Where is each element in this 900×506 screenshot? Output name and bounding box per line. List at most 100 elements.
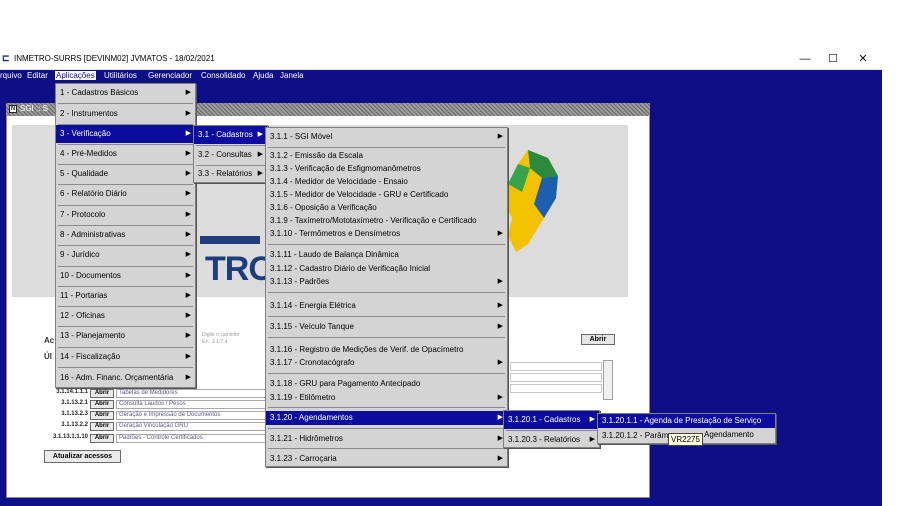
chevron-right-icon: ▶ [185,110,191,117]
chevron-right-icon: ▶ [497,455,503,462]
chevron-right-icon: ▶ [497,230,503,237]
menu-item-3-1-9[interactable]: 3.1.9 - Taxímetro/Mototaxímetro - Verifi… [266,214,507,227]
chevron-right-icon: ▶ [589,436,595,443]
chevron-right-icon: ▶ [497,133,503,140]
menu-item-3-1-cadastros[interactable]: 3.1 - Cadastros ▶ [194,126,267,144]
chevron-right-icon: ▶ [185,312,191,319]
row-open-button[interactable]: Abrir [90,400,114,409]
chevron-right-icon: ▶ [185,211,191,218]
menu-editar[interactable]: Editar [27,71,48,80]
menu-item-3-1-12[interactable]: 3.1.12 - Cadastro Diário de Verificação … [266,262,507,275]
chevron-right-icon: ▶ [185,150,191,157]
menu-gerenciador[interactable]: Gerenciador [148,71,192,80]
menu-item-portarias[interactable]: 11 - Portarias ▶ [56,287,195,305]
menu-item-3-1-10[interactable]: 3.1.10 - Termômetros e Densímetros ▶ [266,227,507,240]
menu-utilitarios[interactable]: Utilitários [104,71,137,80]
menu-item-juridico[interactable]: 9 - Jurídico ▶ [56,246,195,264]
maximize-button[interactable]: ☐ [822,51,844,67]
menu-item-planejamento[interactable]: 13 - Planejamento ▶ [56,327,195,345]
search-hint-example: Ex.: 3.1.7.4 [202,339,228,345]
menu-item-documentos[interactable]: 10 - Documentos ▶ [56,267,195,285]
menu-item-3-1-16[interactable]: 3.1.16 - Registro de Medições de Verif. … [266,343,507,356]
menu-item-instrumentos[interactable]: 2 - Instrumentos ▶ [56,105,195,123]
menu-item-3-1-1[interactable]: 3.1.1 - SGI Móvel ▶ [266,128,507,146]
menu-item-3-1-21[interactable]: 3.1.21 - Hidrômetros ▶ [266,432,507,446]
row-open-button[interactable]: Abrir [90,434,114,443]
menu-item-verificacao[interactable]: 3 - Verificação ▶ [56,125,195,143]
menu-item-3-1-15[interactable]: 3.1.15 - Veículo Tanque ▶ [266,320,507,334]
menu-item-3-1-4[interactable]: 3.1.4 - Medidor de Velocidade - Ensaio [266,175,507,188]
last-accessed-label: Úl [44,352,52,361]
list-scrollbar[interactable] [603,360,613,400]
row-code: 3.1.13.2.1 [61,400,88,406]
agendamentos-submenu: 3.1.20.1 - Cadastros ▶ 3.1.20.3 - Relatór… [503,410,600,448]
chevron-right-icon: ▶ [185,190,191,197]
menu-item-administrativas[interactable]: 8 - Administrativas ▶ [56,226,195,244]
menu-item-3-1-6[interactable]: 3.1.6 - Oposição a Verificação [266,201,507,214]
menu-aplicacoes[interactable]: Aplicações [55,71,96,80]
menu-consolidado[interactable]: Consolidado [201,71,245,80]
row-description: Padrões - Controle Certificados [116,434,286,443]
row-open-button[interactable]: Abrir [90,411,114,420]
sgi-window-title: SGI :: S [20,104,49,113]
list-cell [510,362,602,371]
chevron-right-icon: ▶ [257,151,263,158]
menu-item-3-1-18[interactable]: 3.1.18 - GRU para Pagamento Antecipado [266,377,507,390]
right-edge [882,48,900,506]
list-cell [510,384,602,393]
chevron-right-icon: ▶ [185,332,191,339]
verificacao-submenu: 3.1 - Cadastros ▶ 3.2 - Consultas ▶ 3.3 - … [193,125,268,183]
row-code: 3.1.14.1.1.1 [56,389,88,395]
menu-item-3-2-consultas[interactable]: 3.2 - Consultas ▶ [194,146,267,164]
chevron-right-icon: ▶ [185,89,191,96]
menu-arquivo[interactable]: rquivo [0,71,22,80]
menu-item-adm-financ[interactable]: 16 - Adm. Financ. Orçamentária ▶ [56,369,195,387]
chevron-right-icon: ▶ [497,359,503,366]
chevron-right-icon: ▶ [497,278,503,285]
open-path-button[interactable]: Abrir [581,334,615,345]
menu-item-3-1-14[interactable]: 3.1.14 - Energia Elétrica ▶ [266,299,507,313]
menu-item-3-1-5[interactable]: 3.1.5 - Medidor de Velocidade - GRU e Ce… [266,188,507,201]
chevron-right-icon: ▶ [257,131,263,138]
chevron-right-icon: ▶ [185,374,191,381]
row-open-button[interactable]: Abrir [90,422,114,431]
menu-item-3-1-3[interactable]: 3.1.3 - Verificação de Esfigmomanômetros [266,162,507,175]
menu-item-pre-medidos[interactable]: 4 - Pré-Medidos ▶ [56,145,195,163]
menu-item-relatorio-diario[interactable]: 6 - Relatório Diário ▶ [56,185,195,203]
menu-item-3-1-20-3[interactable]: 3.1.20.3 - Relatórios ▶ [504,431,599,449]
minimize-button[interactable]: — [794,51,816,67]
menu-item-3-1-19[interactable]: 3.1.19 - Etilômetro ▶ [266,391,507,404]
aplicacoes-menu: 1 - Cadastros Básicos ▶ 2 - Instrumentos ▶… [55,83,196,388]
menu-item-protocolo[interactable]: 7 - Protocolo ▶ [56,206,195,224]
menu-item-3-1-20-1-1[interactable]: 3.1.20.1.1 - Agenda de Prestação de Serv… [598,414,775,428]
window-title: INMETRO-SURRS [DEVINM02] JVMATOS - 18/02… [14,54,215,63]
close-button[interactable]: ✕ [852,51,874,67]
menu-item-3-1-23[interactable]: 3.1.23 - Carroçaria ▶ [266,452,507,466]
chevron-right-icon: ▶ [185,231,191,238]
chevron-right-icon: ▶ [185,353,191,360]
row-description: Tabelas de Medidores [116,389,286,398]
menu-item-fiscalizacao[interactable]: 14 - Fiscalização ▶ [56,348,195,366]
brand-bar [200,236,260,244]
menu-item-3-1-11[interactable]: 3.1.11 - Laudo de Balança Dinâmica [266,248,507,261]
chevron-right-icon: ▶ [497,323,503,330]
menu-item-3-1-20-1-2[interactable]: 3.1.20.1.2 - Parâm [598,429,673,443]
list-cell [510,373,602,382]
menu-item-qualidade[interactable]: 5 - Qualidade ▶ [56,165,195,183]
row-open-button[interactable]: Abrir [90,389,114,398]
chevron-right-icon: ▶ [257,170,263,177]
menu-item-3-1-2[interactable]: 3.1.2 - Emissão da Escala [266,149,507,162]
tooltip: VR2275 [668,433,703,446]
menu-item-3-1-20-1[interactable]: 3.1.20.1 - Cadastros ▶ [504,411,599,429]
menu-item-3-1-13[interactable]: 3.1.13 - Padrões ▶ [266,275,507,288]
menu-item-cadastros-basicos[interactable]: 1 - Cadastros Básicos ▶ [56,84,195,102]
menu-item-3-1-20[interactable]: 3.1.20 - Agendamentos ▶ [266,411,507,425]
menu-item-3-3-relatorios[interactable]: 3.3 - Relatórios ▶ [194,165,267,183]
menu-ajuda[interactable]: Ajuda [253,71,273,80]
chevron-right-icon: ▶ [185,251,191,258]
menu-item-3-1-17[interactable]: 3.1.17 - Cronotacógrafo ▶ [266,356,507,369]
refresh-access-button[interactable]: Atualizar acessos [44,450,121,463]
brand-text: TRO [205,250,275,288]
menu-janela[interactable]: Janela [280,71,304,80]
menu-item-oficinas[interactable]: 12 - Oficinas ▶ [56,307,195,325]
